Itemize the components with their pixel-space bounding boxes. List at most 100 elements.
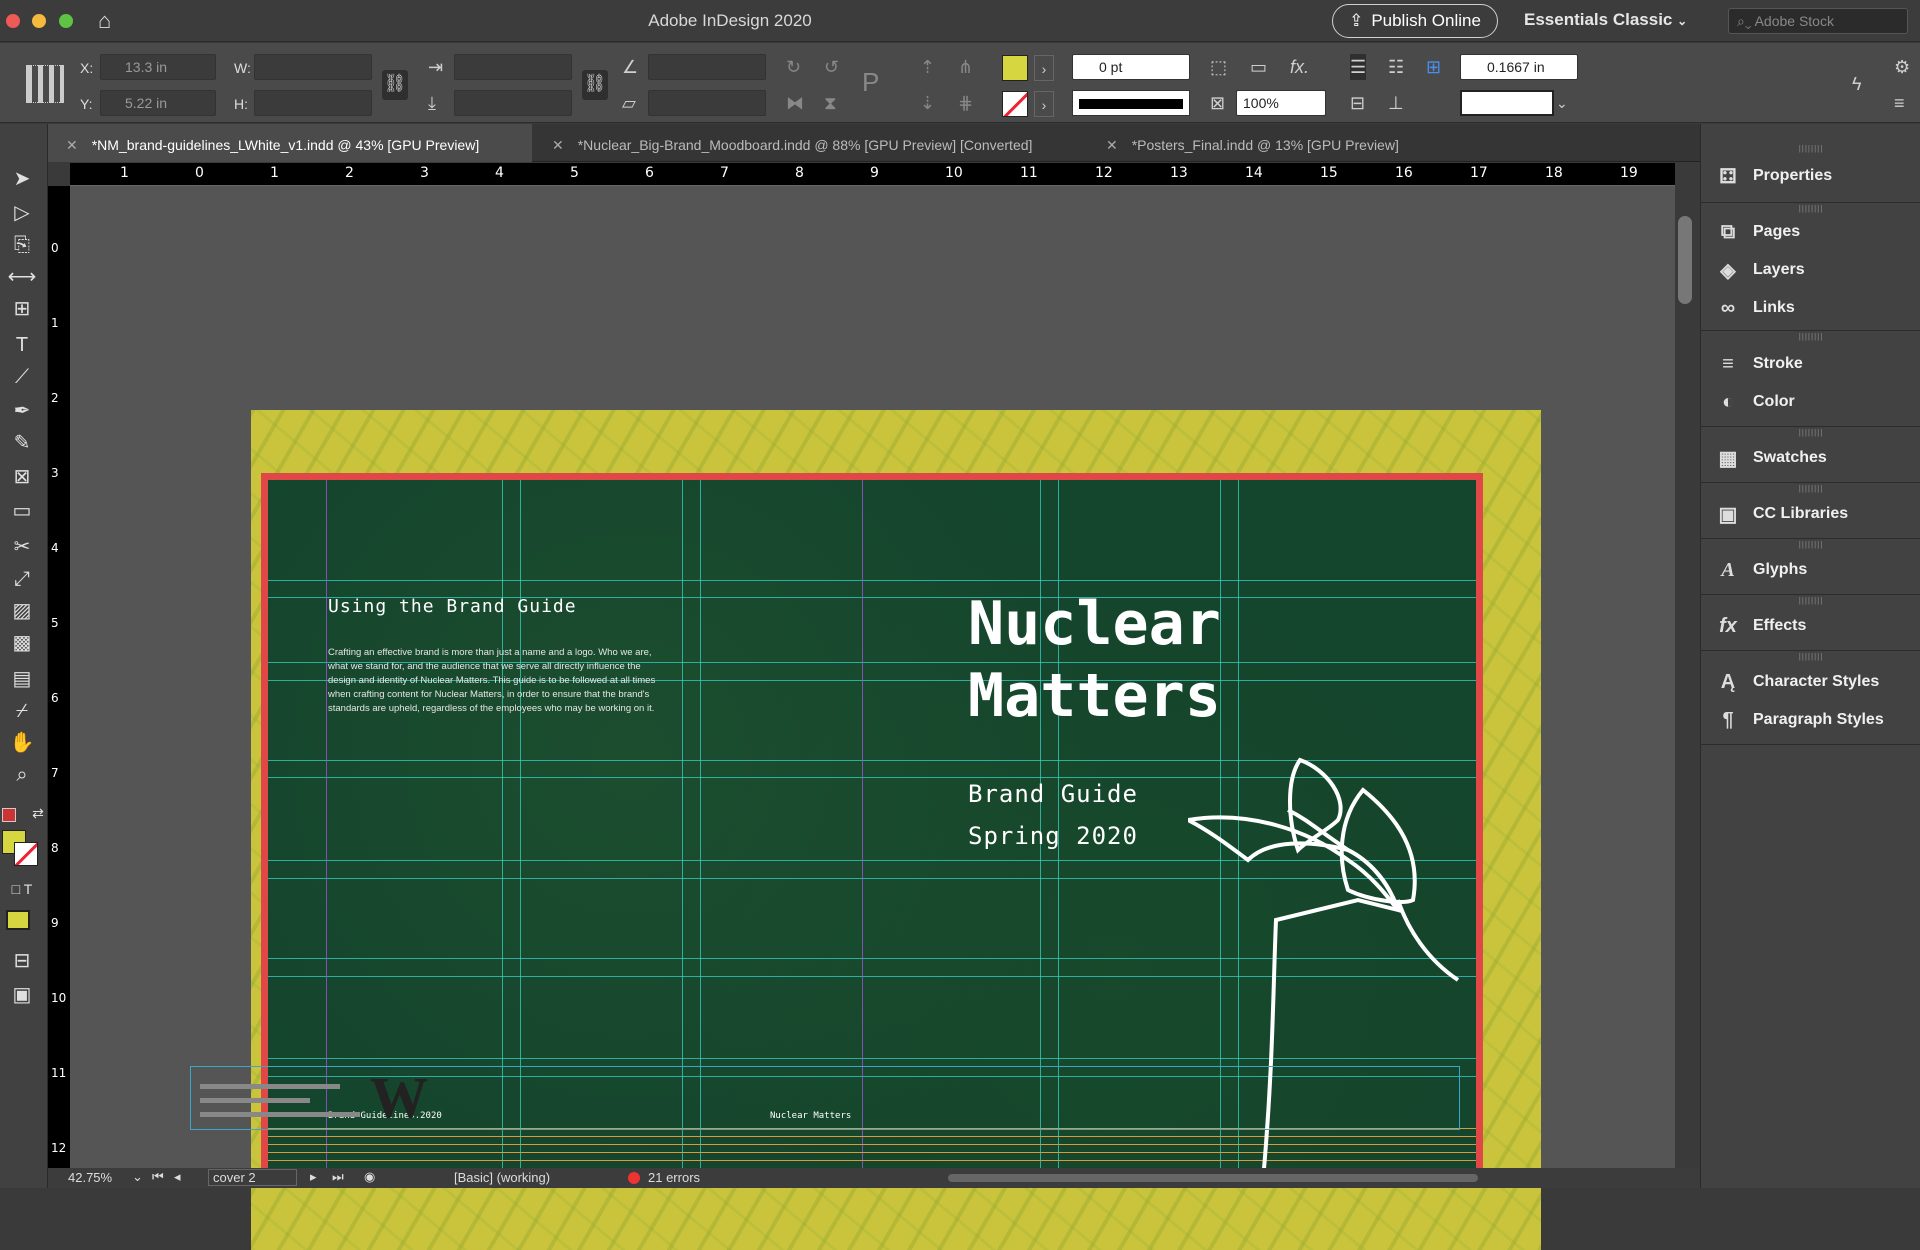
height-field[interactable] (254, 90, 372, 116)
zoom-level[interactable]: 42.75% (68, 1170, 112, 1185)
zoom-tool-icon[interactable]: ⌕ (4, 760, 40, 790)
panel-character-styles[interactable]: Ą Character Styles (1701, 664, 1920, 700)
pen-tool-icon[interactable]: ✒ (4, 396, 40, 426)
shear-field[interactable] (648, 90, 766, 116)
pencil-tool-icon[interactable]: ✎ (4, 428, 40, 458)
reference-point-icon[interactable] (26, 65, 64, 103)
corner-shape-field[interactable] (1460, 90, 1554, 116)
flip-horizontal-icon[interactable]: ⧓ (786, 90, 804, 116)
rotation-field[interactable] (648, 54, 766, 80)
close-icon[interactable]: ✕ (1106, 137, 1118, 153)
rectangle-frame-tool-icon[interactable]: ⊠ (4, 462, 40, 492)
preview-mode-icon[interactable]: ▣ (4, 980, 40, 1010)
effects-fx-icon[interactable]: fx. (1290, 54, 1309, 80)
direct-selection-tool-icon[interactable]: ▷ (4, 198, 40, 228)
gutter-field[interactable]: 0.1667 in (1460, 54, 1578, 80)
content-collector-icon[interactable]: ⊞ (4, 294, 40, 324)
panel-layers[interactable]: ◈ Layers (1701, 252, 1920, 288)
flip-vertical-icon[interactable]: ⧗ (824, 90, 837, 116)
screen-mode-icon[interactable]: ⊟ (4, 946, 40, 976)
workspace-switcher[interactable]: Essentials Classic ⌄ (1524, 10, 1687, 30)
subtitle-date[interactable]: Spring 2020 (968, 822, 1138, 850)
horizontal-scrollbar-thumb[interactable] (948, 1174, 1478, 1182)
panel-paragraph-styles[interactable]: ¶ Paragraph Styles (1701, 702, 1920, 738)
type-tool-icon[interactable]: T (4, 330, 40, 360)
constrain-proportions-icon[interactable]: ⛓ (382, 70, 408, 100)
select-container-icon[interactable]: ⇡ (920, 54, 935, 80)
lightning-icon[interactable]: ϟ (1852, 71, 1862, 97)
tab-moodboard[interactable]: ✕ *Nuclear_Big-Brand_Moodboard.indd @ 88%… (534, 124, 1084, 162)
scale-y-field[interactable] (454, 90, 572, 116)
stroke-swatch[interactable] (1002, 91, 1028, 117)
menu-icon[interactable]: ≡ (1894, 90, 1905, 116)
panel-pages[interactable]: ⧉ Pages (1701, 214, 1920, 250)
adobe-stock-search[interactable]: ⌕⌄ Adobe Stock (1728, 8, 1908, 34)
preflight-profile[interactable]: [Basic] (working) (454, 1170, 550, 1185)
x-field[interactable]: 13.3 in (100, 54, 216, 80)
panel-color[interactable]: ◐ Color (1701, 384, 1920, 420)
apply-color-icon[interactable] (6, 910, 30, 930)
close-icon[interactable]: ✕ (552, 137, 564, 153)
panel-properties[interactable]: ⚃ Properties (1701, 158, 1920, 194)
fill-chevron-icon[interactable]: › (1034, 55, 1054, 81)
stroke-color-icon[interactable] (14, 842, 38, 866)
opacity-field[interactable]: 100% (1236, 90, 1326, 116)
tab-posters[interactable]: ✕ *Posters_Final.indd @ 13% [GPU Preview] (1088, 124, 1488, 162)
gradient-tool-icon[interactable]: ▨ (4, 596, 40, 626)
select-next-icon[interactable]: ⋕ (958, 90, 973, 116)
y-field[interactable]: 5.22 in (100, 90, 216, 116)
scissors-tool-icon[interactable]: ✂ (4, 532, 40, 562)
line-tool-icon[interactable]: ⟋ (4, 362, 40, 392)
page-tool-icon[interactable]: ⎘ (4, 230, 40, 260)
stroke-weight-field[interactable]: 0 pt (1072, 54, 1190, 80)
frame-fitting-icon[interactable]: ▭ (1250, 54, 1267, 80)
align-bottom-icon[interactable]: ⊥ (1388, 90, 1404, 116)
align-columns-icon[interactable]: ☷ (1388, 54, 1404, 80)
first-page-icon[interactable]: ⏮ (152, 1169, 164, 1185)
page-field[interactable]: cover 2 (208, 1169, 297, 1186)
scale-x-field[interactable] (454, 54, 572, 80)
panel-cc-libraries[interactable]: ▣ CC Libraries (1701, 496, 1920, 532)
hand-tool-icon[interactable]: ✋ (4, 728, 40, 758)
stroke-chevron-icon[interactable]: › (1034, 91, 1054, 117)
gear-icon[interactable]: ⚙ (1894, 54, 1910, 80)
constrain-scale-icon[interactable]: ⛓ (582, 70, 608, 100)
panel-stroke[interactable]: ≡ Stroke (1701, 346, 1920, 382)
align-top-icon[interactable]: ☰ (1350, 54, 1367, 80)
eyedropper-tool-icon[interactable]: ⌿ (4, 696, 40, 726)
chevron-down-icon[interactable]: ⌄ (132, 1169, 143, 1185)
previous-page-icon[interactable]: ◂ (174, 1169, 181, 1185)
gradient-feather-tool-icon[interactable]: ▩ (4, 628, 40, 658)
selection-tool-icon[interactable]: ➤ (4, 164, 40, 194)
note-tool-icon[interactable]: ▤ (4, 664, 40, 694)
formatting-affects-icon[interactable]: □ T (4, 874, 40, 904)
close-icon[interactable]: ✕ (66, 137, 78, 153)
panel-links[interactable]: ∞ Links (1701, 290, 1920, 326)
guide-heading[interactable]: Using the Brand Guide (328, 596, 577, 617)
panel-glyphs[interactable]: A Glyphs (1701, 552, 1920, 588)
publish-online-button[interactable]: ⇪ Publish Online (1332, 4, 1498, 38)
preflight-icon[interactable]: ◉ (364, 1169, 375, 1185)
horizontal-ruler[interactable]: 1 0 1 2 3 4 5 6 7 8 9 10 11 12 13 14 15 16 17 18 19 (70, 163, 1675, 186)
distribute-icon[interactable]: ⊟ (1350, 90, 1365, 116)
vertical-ruler[interactable]: 0 1 2 3 4 5 6 7 8 9 10 11 12 (48, 186, 70, 1176)
free-transform-tool-icon[interactable]: ⤢ (4, 564, 40, 594)
rotate-ccw-icon[interactable]: ↺ (824, 54, 839, 80)
default-colors-icon[interactable] (2, 808, 16, 822)
panel-effects[interactable]: fx Effects (1701, 608, 1920, 644)
text-wrap-icon[interactable]: ⬚ (1210, 54, 1227, 80)
tab-brand-guidelines[interactable]: ✕ *NM_brand-guidelines_LWhite_v1.indd @ 4… (48, 124, 532, 162)
guide-body[interactable]: Crafting an effective brand is more than… (328, 646, 658, 716)
next-page-icon[interactable]: ▸ (310, 1169, 317, 1185)
error-count[interactable]: 21 errors (648, 1170, 700, 1185)
rectangle-tool-icon[interactable]: ▭ (4, 496, 40, 526)
width-field[interactable] (254, 54, 372, 80)
title-block[interactable]: Nuclear Matters (968, 588, 1221, 732)
fill-swatch[interactable] (1002, 55, 1028, 81)
panel-swatches[interactable]: ▦ Swatches (1701, 440, 1920, 476)
gap-tool-icon[interactable]: ⟷ (4, 262, 40, 292)
pasteboard[interactable]: Using the Brand Guide Crafting an effect… (70, 186, 1692, 1250)
stroke-type-select[interactable] (1072, 90, 1190, 116)
chevron-down-icon[interactable]: ⌄ (1556, 90, 1568, 116)
last-page-icon[interactable]: ⏭ (332, 1169, 344, 1185)
